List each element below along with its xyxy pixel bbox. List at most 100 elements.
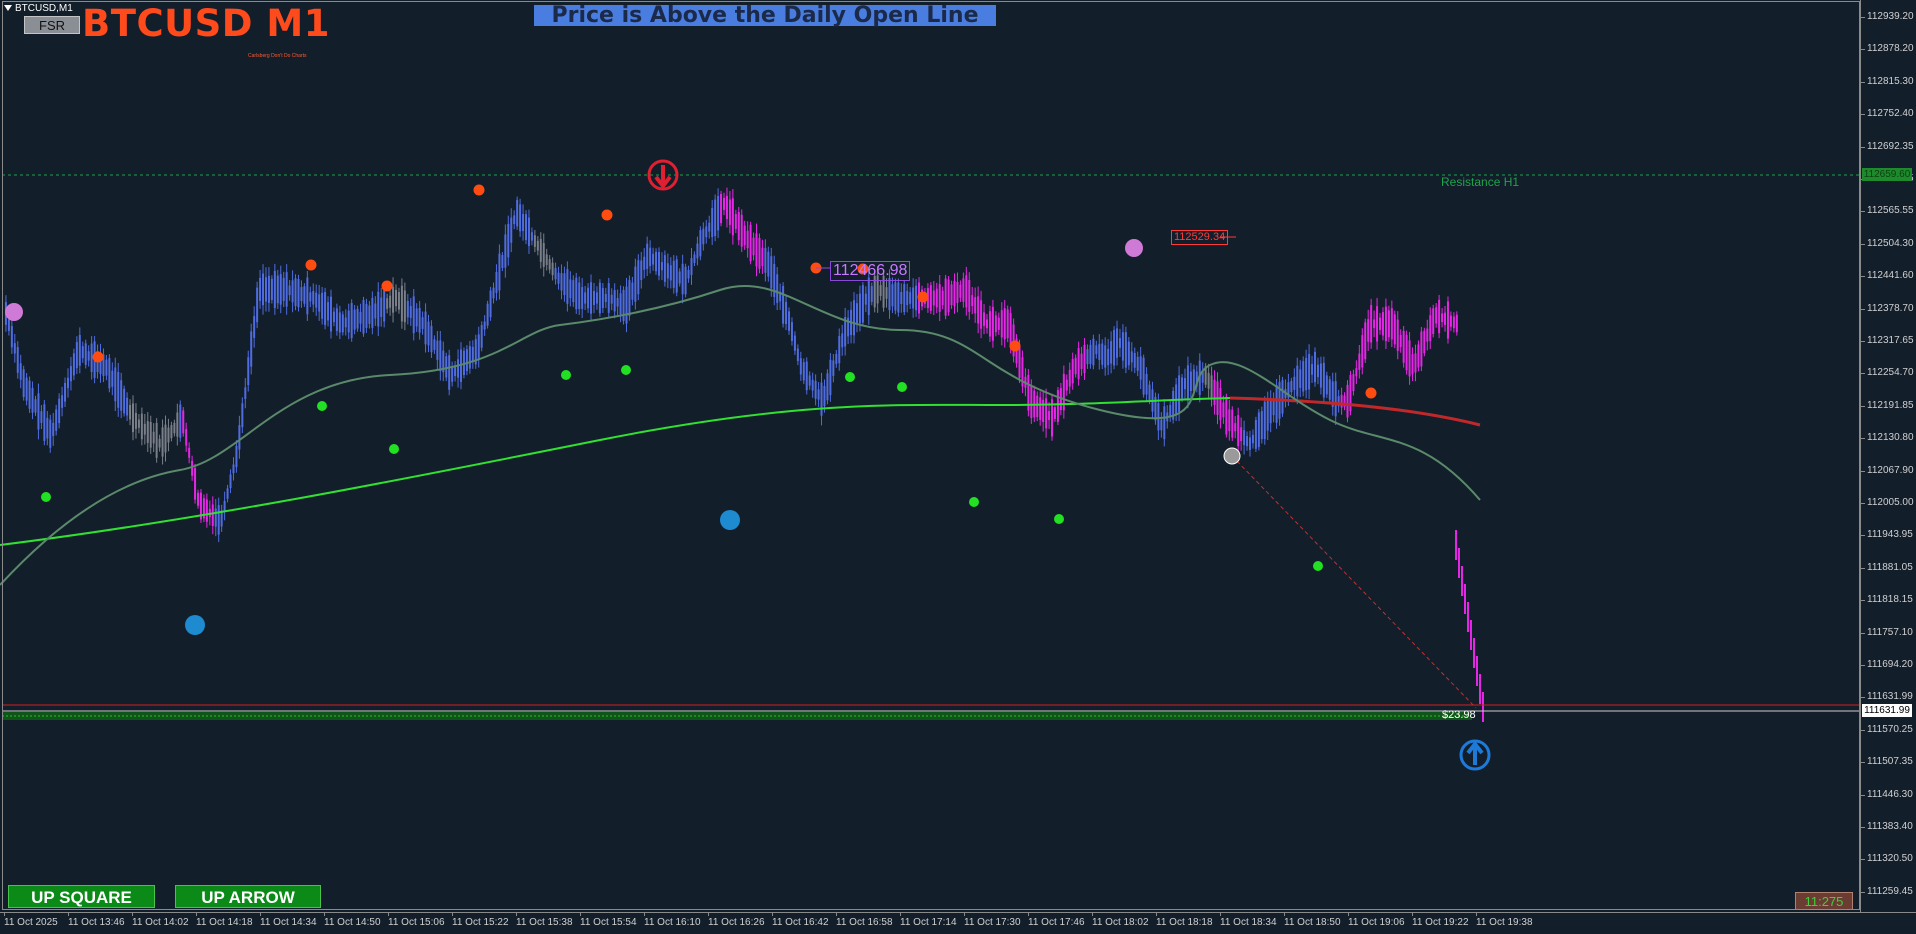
candle-body bbox=[143, 423, 146, 435]
candle-body bbox=[1145, 374, 1148, 395]
candle-body bbox=[637, 260, 640, 295]
candle-body bbox=[693, 254, 696, 263]
candle-body bbox=[864, 293, 867, 305]
candle-body bbox=[687, 269, 690, 279]
candle-body bbox=[501, 255, 504, 269]
candle-body bbox=[1373, 319, 1376, 329]
up-arrow-button[interactable]: UP ARROW bbox=[175, 885, 321, 908]
fsr-button[interactable]: FSR bbox=[24, 16, 80, 34]
price-axis[interactable]: 111259.45 111320.50 111383.40 111446.30 1115… bbox=[1860, 0, 1916, 912]
candle-body bbox=[368, 305, 371, 324]
candle-body bbox=[1189, 371, 1192, 392]
candle-body bbox=[1257, 412, 1260, 448]
price-axis-label: 111757.10 bbox=[1861, 626, 1913, 638]
candle-body bbox=[1056, 390, 1059, 422]
candle-body bbox=[903, 283, 906, 313]
candle-body bbox=[415, 308, 418, 327]
candle-body bbox=[1234, 423, 1237, 432]
candle-body bbox=[276, 275, 279, 304]
candle-body bbox=[498, 253, 501, 291]
candle-body bbox=[616, 298, 619, 307]
resistance-price-flag: 112659.60 bbox=[1862, 168, 1912, 181]
candle-body bbox=[820, 382, 823, 416]
swing-low-dot bbox=[1313, 561, 1323, 571]
candle-body bbox=[592, 290, 595, 306]
candle-body bbox=[853, 300, 856, 336]
price-axis-label: 112378.70 bbox=[1861, 302, 1914, 314]
candle-body bbox=[1127, 341, 1130, 366]
candle-body bbox=[1118, 338, 1121, 348]
price-axis-label: 111507.35 bbox=[1861, 756, 1913, 768]
price-axis-label: 111694.20 bbox=[1861, 659, 1913, 670]
candle-body bbox=[711, 207, 714, 238]
candle-body bbox=[566, 269, 569, 304]
candle-body bbox=[58, 398, 61, 424]
up-square-button[interactable]: UP SQUARE bbox=[8, 885, 155, 908]
candle-body bbox=[657, 252, 660, 276]
candle-body bbox=[312, 291, 315, 305]
candle-body bbox=[161, 427, 164, 457]
symbol-tab[interactable]: BTCUSD,M1 bbox=[4, 3, 73, 14]
candle-body bbox=[400, 285, 403, 322]
trade-line bbox=[1231, 455, 1477, 709]
candle-body bbox=[563, 273, 566, 296]
candle-body bbox=[226, 488, 229, 499]
candle-body bbox=[445, 356, 448, 378]
candle-body bbox=[356, 308, 359, 329]
candle-body bbox=[28, 380, 31, 409]
candle-body bbox=[1048, 411, 1051, 421]
candle-body bbox=[191, 460, 194, 476]
swing-high-dot bbox=[473, 184, 485, 196]
swing-major-low-dot bbox=[185, 615, 205, 635]
candle-body bbox=[1104, 345, 1107, 368]
candle-body bbox=[672, 260, 675, 288]
candle-body bbox=[1370, 305, 1373, 343]
candle-body bbox=[1432, 308, 1435, 334]
candle-body bbox=[504, 234, 507, 268]
candle-body bbox=[802, 362, 805, 381]
candle-body bbox=[737, 211, 740, 241]
candle-body bbox=[16, 347, 19, 373]
candle-body bbox=[300, 287, 303, 302]
candle-body bbox=[1464, 584, 1466, 614]
candle-body bbox=[569, 279, 572, 299]
candle-body bbox=[826, 373, 829, 401]
candle-body bbox=[152, 431, 155, 444]
candle-body bbox=[1036, 395, 1039, 417]
candle-body bbox=[1316, 364, 1319, 378]
candle-body bbox=[306, 277, 309, 315]
candle-body bbox=[31, 387, 34, 413]
time-axis-label: 11 Oct 16:10 bbox=[644, 912, 701, 928]
candle-body bbox=[560, 273, 563, 291]
candle-body bbox=[743, 225, 746, 246]
candle-body bbox=[1376, 306, 1379, 342]
candle-body bbox=[507, 223, 510, 258]
candle-body bbox=[1384, 306, 1387, 342]
candle-body bbox=[1358, 353, 1361, 370]
candle-body bbox=[270, 278, 273, 301]
price-axis-label: 112565.55 bbox=[1861, 205, 1914, 217]
candle-body bbox=[649, 247, 652, 267]
candle-body bbox=[359, 311, 362, 324]
time-axis[interactable]: 11 Oct 2025 11 Oct 13:46 11 Oct 14:02 11 Oc… bbox=[0, 912, 1916, 934]
candle-body bbox=[968, 279, 971, 312]
candle-body bbox=[938, 284, 941, 312]
candle-body bbox=[861, 285, 864, 323]
candle-body bbox=[1361, 335, 1364, 368]
candle-body bbox=[959, 284, 962, 298]
candle-body bbox=[430, 325, 433, 353]
dropdown-triangle-icon[interactable] bbox=[4, 5, 12, 12]
candle-body bbox=[223, 500, 226, 512]
candle-body bbox=[483, 321, 486, 330]
candle-body bbox=[365, 303, 368, 328]
candle-body bbox=[1319, 363, 1322, 388]
swing-low-dot bbox=[845, 372, 855, 382]
time-axis-label: 11 Oct 15:22 bbox=[452, 912, 509, 928]
candle-body bbox=[1438, 299, 1441, 334]
candle-body bbox=[1260, 411, 1263, 440]
candle-body bbox=[1045, 398, 1048, 429]
candle-body bbox=[595, 292, 598, 304]
candle-body bbox=[513, 215, 516, 225]
candle-body bbox=[397, 291, 400, 310]
chart-plot-area[interactable] bbox=[0, 0, 1860, 912]
